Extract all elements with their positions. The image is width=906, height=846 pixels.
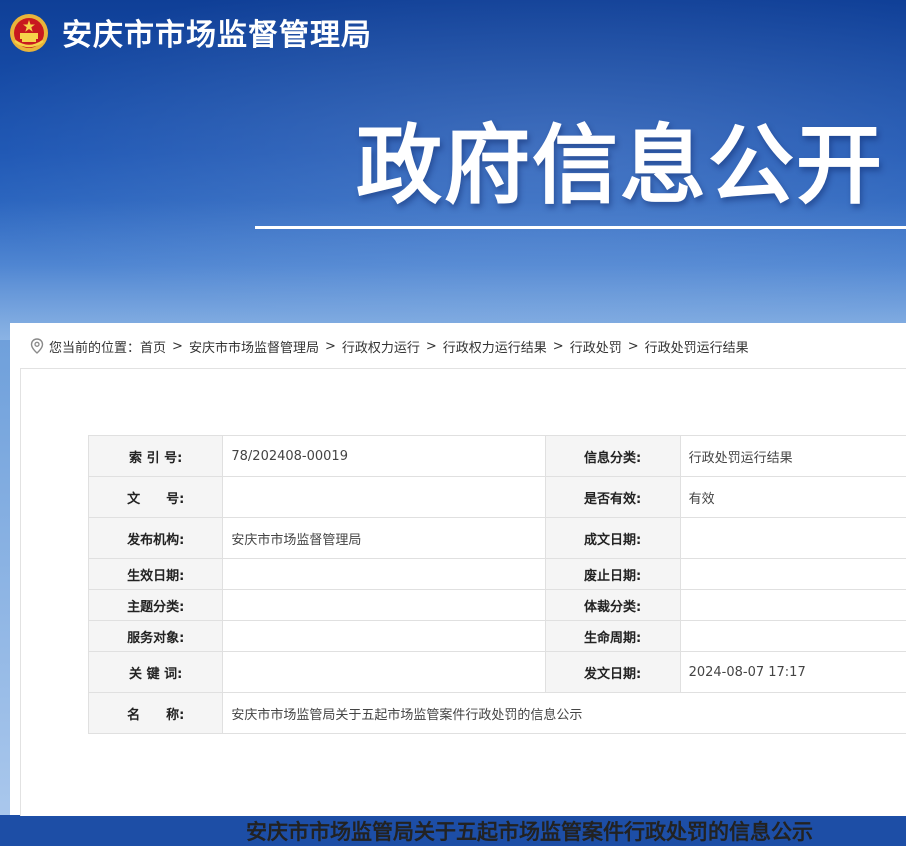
index-no-value: 78/202408-00019 [223,436,545,477]
service-target-value [223,621,545,652]
breadcrumb-separator: > [426,339,437,354]
effective-date-value [223,559,545,590]
publisher-label: 发布机构: [89,518,223,559]
lifecycle-value [680,621,906,652]
topic-category-value [223,590,545,621]
banner-divider [255,226,906,229]
breadcrumb-admin-power[interactable]: 行政权力运行 [342,337,420,356]
left-decor-strip [0,340,10,815]
genre-category-label: 体裁分类: [545,590,680,621]
publisher-value: 安庆市市场监督管理局 [223,518,545,559]
doc-name-label: 名 称: [89,693,223,734]
breadcrumb-prefix: 您当前的位置： [49,337,140,356]
is-valid-label: 是否有效: [545,477,680,518]
table-row: 发布机构: 安庆市市场监督管理局 成文日期: [89,518,906,559]
is-valid-value: 有效 [680,477,906,518]
doc-no-label: 文 号: [89,477,223,518]
national-emblem-icon [9,13,49,53]
main-content: 您当前的位置： 首页 > 安庆市市场监督管理局 > 行政权力运行 > 行政权力运… [10,323,906,815]
effective-date-label: 生效日期: [89,559,223,590]
breadcrumb-home[interactable]: 首页 [140,337,166,356]
breadcrumb-penalty-result[interactable]: 行政处罚运行结果 [645,337,749,356]
table-row: 关 键 词: 发文日期: 2024-08-07 17:17 [89,652,906,693]
breadcrumb-separator: > [553,339,564,354]
keywords-value [223,652,545,693]
genre-category-value [680,590,906,621]
breadcrumb-separator: > [628,339,639,354]
info-category-value: 行政处罚运行结果 [680,436,906,477]
table-row: 名 称: 安庆市市场监管局关于五起市场监管案件行政处罚的信息公示 [89,693,906,734]
agency-name[interactable]: 安庆市市场监督管理局 [62,16,372,56]
table-row: 索 引 号: 78/202408-00019 信息分类: 行政处罚运行结果 [89,436,906,477]
lifecycle-label: 生命周期: [545,621,680,652]
doc-no-value [223,477,545,518]
breadcrumb: 您当前的位置： 首页 > 安庆市市场监督管理局 > 行政权力运行 > 行政权力运… [30,336,749,356]
service-target-label: 服务对象: [89,621,223,652]
breadcrumb-agency[interactable]: 安庆市市场监督管理局 [189,337,319,356]
topic-category-label: 主题分类: [89,590,223,621]
table-row: 主题分类: 体裁分类: [89,590,906,621]
breadcrumb-admin-power-result[interactable]: 行政权力运行结果 [443,337,547,356]
table-row: 文 号: 是否有效: 有效 [89,477,906,518]
breadcrumb-separator: > [172,339,183,354]
index-no-label: 索 引 号: [89,436,223,477]
info-category-label: 信息分类: [545,436,680,477]
written-date-label: 成文日期: [545,518,680,559]
keywords-label: 关 键 词: [89,652,223,693]
breadcrumb-separator: > [325,339,336,354]
table-row: 服务对象: 生命周期: [89,621,906,652]
document-panel: 索 引 号: 78/202408-00019 信息分类: 行政处罚运行结果 文 … [20,368,906,816]
publish-date-label: 发文日期: [545,652,680,693]
publish-date-value: 2024-08-07 17:17 [680,652,906,693]
banner-slogan: 政府信息公开 [356,116,884,216]
doc-name-value: 安庆市市场监管局关于五起市场监管案件行政处罚的信息公示 [223,693,906,734]
abolish-date-label: 废止日期: [545,559,680,590]
table-row: 生效日期: 废止日期: [89,559,906,590]
written-date-value [680,518,906,559]
header-banner: 安庆市市场监督管理局 政府信息公开 [0,0,906,340]
abolish-date-value [680,559,906,590]
article-title: 安庆市市场监管局关于五起市场监管案件行政处罚的信息公示 [246,816,813,846]
location-pin-icon [30,338,44,354]
banner-sky [0,200,906,340]
breadcrumb-penalty[interactable]: 行政处罚 [570,337,622,356]
metadata-table: 索 引 号: 78/202408-00019 信息分类: 行政处罚运行结果 文 … [88,435,906,734]
